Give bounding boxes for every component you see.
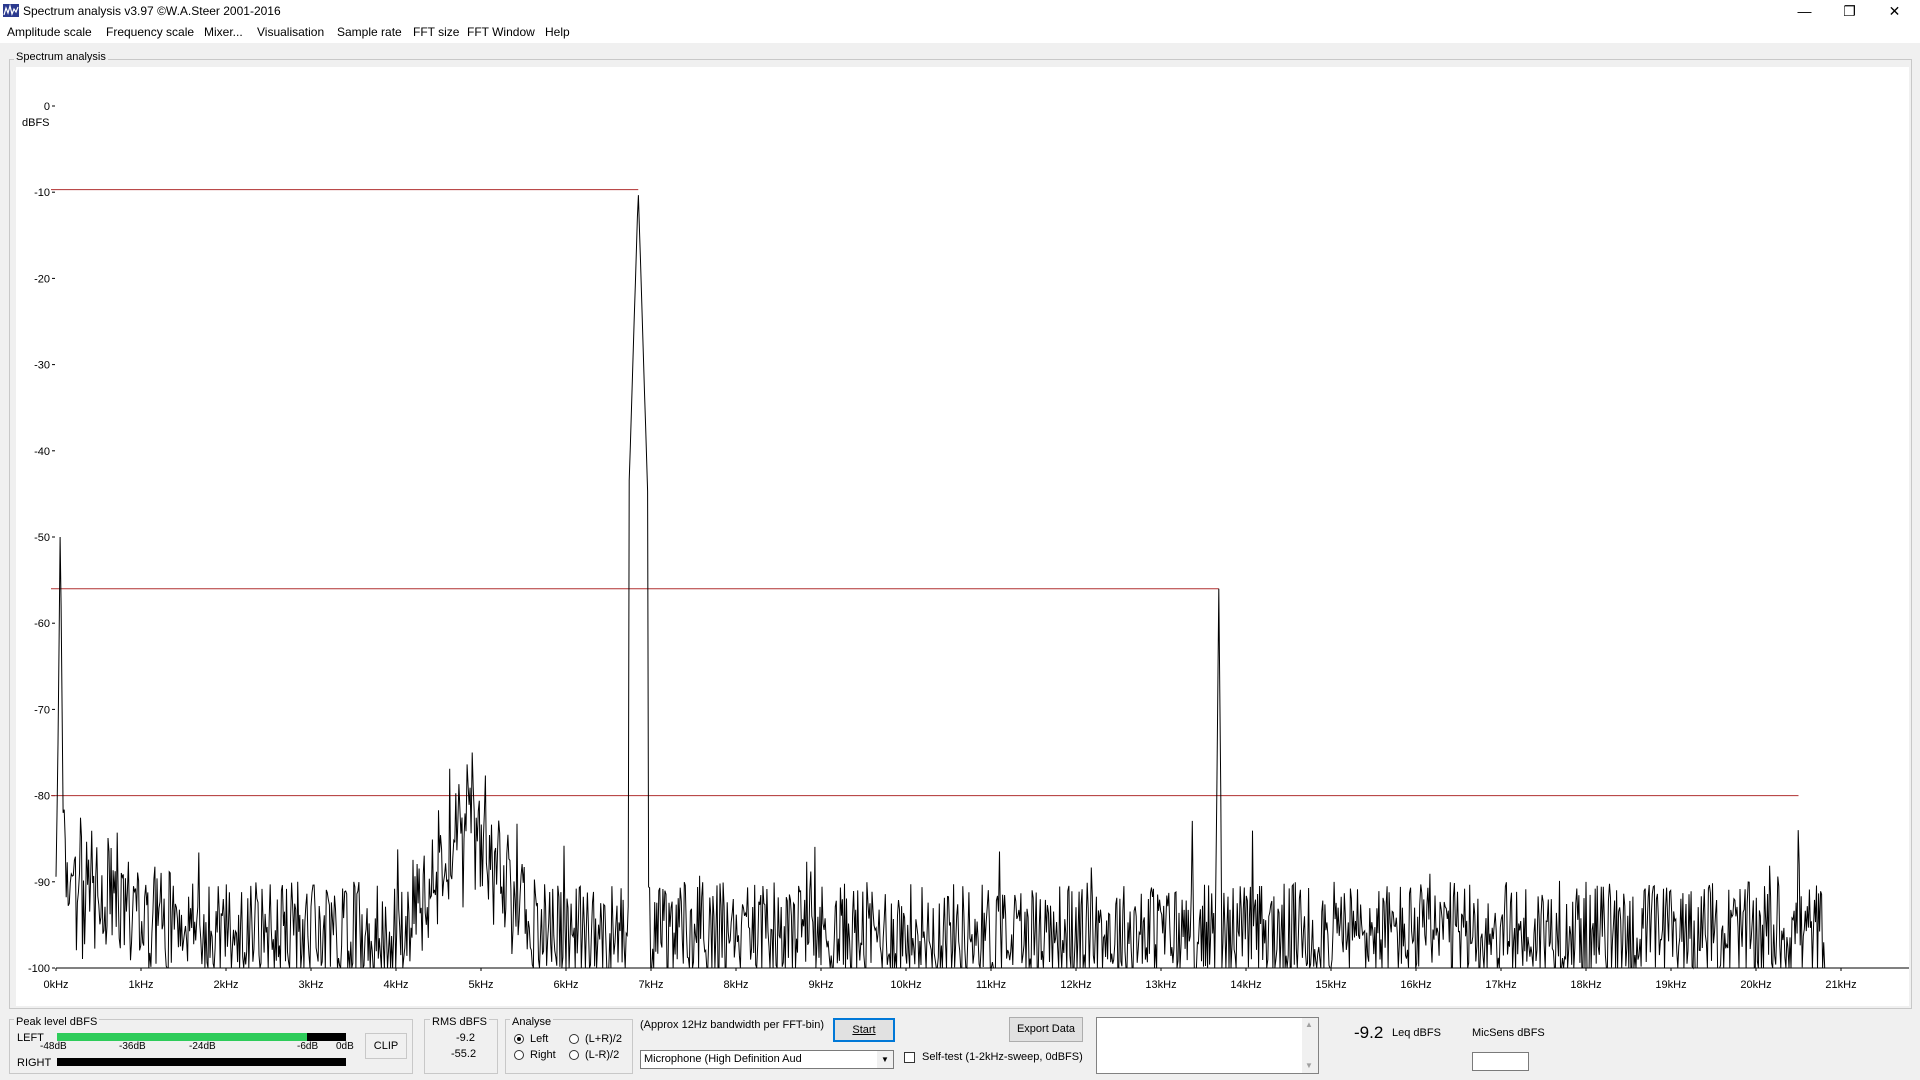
analyse-sum-radio[interactable]: [569, 1034, 579, 1044]
y-axis-label: dBFS: [22, 117, 50, 129]
y-tick-label: -60: [34, 618, 50, 630]
rms-right-value: -55.2: [451, 1048, 477, 1060]
textarea-scrollbar[interactable]: ▲ ▼: [1302, 1018, 1318, 1073]
peak-scale-label: 0dB: [336, 1041, 354, 1052]
peak-right-label: RIGHT: [17, 1057, 52, 1069]
x-tick-label: 15kHz: [1315, 979, 1346, 991]
x-tick-label: 2kHz: [213, 979, 238, 991]
y-tick-label: -50: [34, 532, 50, 544]
minimize-button[interactable]: —: [1782, 0, 1827, 22]
menu-help[interactable]: Help: [545, 25, 570, 39]
menu-amplitude-scale[interactable]: Amplitude scale: [7, 25, 92, 39]
close-button[interactable]: ✕: [1872, 0, 1917, 22]
analyse-title: Analyse: [510, 1016, 554, 1028]
spectrum-trace: [55, 195, 1909, 970]
x-tick-label: 6kHz: [553, 979, 578, 991]
output-textarea[interactable]: ▲ ▼: [1096, 1017, 1319, 1074]
y-tick-label: -70: [34, 704, 50, 716]
scroll-down-icon[interactable]: ▼: [1305, 1061, 1313, 1070]
title-bar: Spectrum analysis v3.97 ©W.A.Steer 2001-…: [0, 0, 1920, 22]
clip-indicator[interactable]: CLIP: [365, 1033, 407, 1059]
x-tick-label: 18kHz: [1570, 979, 1601, 991]
app-icon: [3, 4, 19, 17]
menu-frequency-scale[interactable]: Frequency scale: [106, 25, 194, 39]
y-tick-label: -20: [34, 273, 50, 285]
peak-meter-left-fill: [57, 1033, 307, 1041]
analyse-sum-label[interactable]: (L+R)/2: [585, 1033, 622, 1045]
window-title: Spectrum analysis v3.97 ©W.A.Steer 2001-…: [23, 4, 281, 18]
peak-meter-left: [57, 1033, 346, 1041]
analyse-right-label[interactable]: Right: [530, 1049, 556, 1061]
chevron-down-icon[interactable]: ▼: [877, 1051, 893, 1068]
menu-fft-window[interactable]: FFT Window: [467, 25, 535, 39]
peak-scale-label: -48dB: [40, 1041, 67, 1052]
analyse-diff-label[interactable]: (L-R)/2: [585, 1049, 619, 1061]
analyse-left-label[interactable]: Left: [530, 1033, 548, 1045]
x-tick-label: 21kHz: [1825, 979, 1856, 991]
y-tick-label: -40: [34, 446, 50, 458]
menu-bar: Amplitude scale Frequency scale Mixer...…: [0, 22, 1920, 43]
x-tick-label: 1kHz: [128, 979, 153, 991]
y-tick-label: -10: [34, 187, 50, 199]
analyse-left-radio[interactable]: [514, 1034, 524, 1044]
selftest-checkbox[interactable]: [904, 1052, 915, 1063]
input-device-select[interactable]: Microphone (High Definition Aud ▼: [640, 1050, 894, 1069]
x-tick-label: 4kHz: [383, 979, 408, 991]
bandwidth-text: (Approx 12Hz bandwidth per FFT-bin): [640, 1019, 825, 1031]
y-tick-label: -100: [28, 963, 50, 975]
spectrum-group-label: Spectrum analysis: [14, 51, 108, 63]
analyse-right-radio[interactable]: [514, 1050, 524, 1060]
x-tick-label: 20kHz: [1740, 979, 1771, 991]
x-tick-label: 14kHz: [1230, 979, 1261, 991]
peak-meter-right: [57, 1058, 346, 1066]
rms-title: RMS dBFS: [430, 1016, 490, 1028]
y-tick-label: -80: [34, 791, 50, 803]
rms-left-value: -9.2: [456, 1032, 475, 1044]
peak-scale-label: -36dB: [119, 1041, 146, 1052]
y-tick-label: 0: [44, 101, 50, 113]
y-tick-label: -90: [34, 877, 50, 889]
x-tick-label: 7kHz: [638, 979, 663, 991]
spectrum-chart: 0 -10 -20 -30 -40 -50 -60 -70 -80 -90 -100 dBFS 0kHz…: [22, 101, 1909, 991]
x-tick-label: 13kHz: [1145, 979, 1176, 991]
menu-mixer[interactable]: Mixer...: [204, 25, 243, 39]
x-tick-label: 11kHz: [976, 979, 1006, 991]
x-tick-label: 3kHz: [298, 979, 323, 991]
menu-sample-rate[interactable]: Sample rate: [337, 25, 402, 39]
scroll-up-icon[interactable]: ▲: [1305, 1020, 1313, 1029]
x-tick-label: 17kHz: [1485, 979, 1516, 991]
restore-button[interactable]: ❐: [1827, 0, 1872, 22]
start-button[interactable]: Start: [833, 1018, 895, 1042]
input-device-value: Microphone (High Definition Aud: [644, 1053, 802, 1065]
peak-scale-label: -6dB: [297, 1041, 319, 1052]
leq-value: -9.2: [1354, 1023, 1384, 1042]
x-tick-label: 16kHz: [1400, 979, 1431, 991]
menu-fft-size[interactable]: FFT size: [413, 25, 459, 39]
x-tick-label: 10kHz: [890, 979, 921, 991]
x-tick-label: 0kHz: [43, 979, 68, 991]
peak-level-title: Peak level dBFS: [14, 1016, 100, 1028]
start-button-label: Start: [852, 1024, 876, 1036]
spectrum-plot[interactable]: 0 -10 -20 -30 -40 -50 -60 -70 -80 -90 -100 dBFS 0kHz…: [16, 67, 1909, 1006]
micsens-input[interactable]: [1472, 1052, 1529, 1071]
menu-visualisation[interactable]: Visualisation: [257, 25, 324, 39]
y-tick-label: -30: [34, 360, 50, 372]
x-tick-label: 8kHz: [723, 979, 748, 991]
analyse-diff-radio[interactable]: [569, 1050, 579, 1060]
micsens-label: MicSens dBFS: [1472, 1027, 1545, 1039]
x-tick-label: 9kHz: [808, 979, 833, 991]
export-data-button[interactable]: Export Data: [1009, 1017, 1083, 1042]
peak-scale-label: -24dB: [189, 1041, 216, 1052]
x-tick-label: 5kHz: [468, 979, 493, 991]
selftest-label[interactable]: Self-test (1-2kHz-sweep, 0dBFS): [922, 1051, 1083, 1063]
leq-unit: Leq dBFS: [1392, 1027, 1441, 1039]
x-tick-label: 12kHz: [1060, 979, 1091, 991]
x-tick-label: 19kHz: [1655, 979, 1686, 991]
